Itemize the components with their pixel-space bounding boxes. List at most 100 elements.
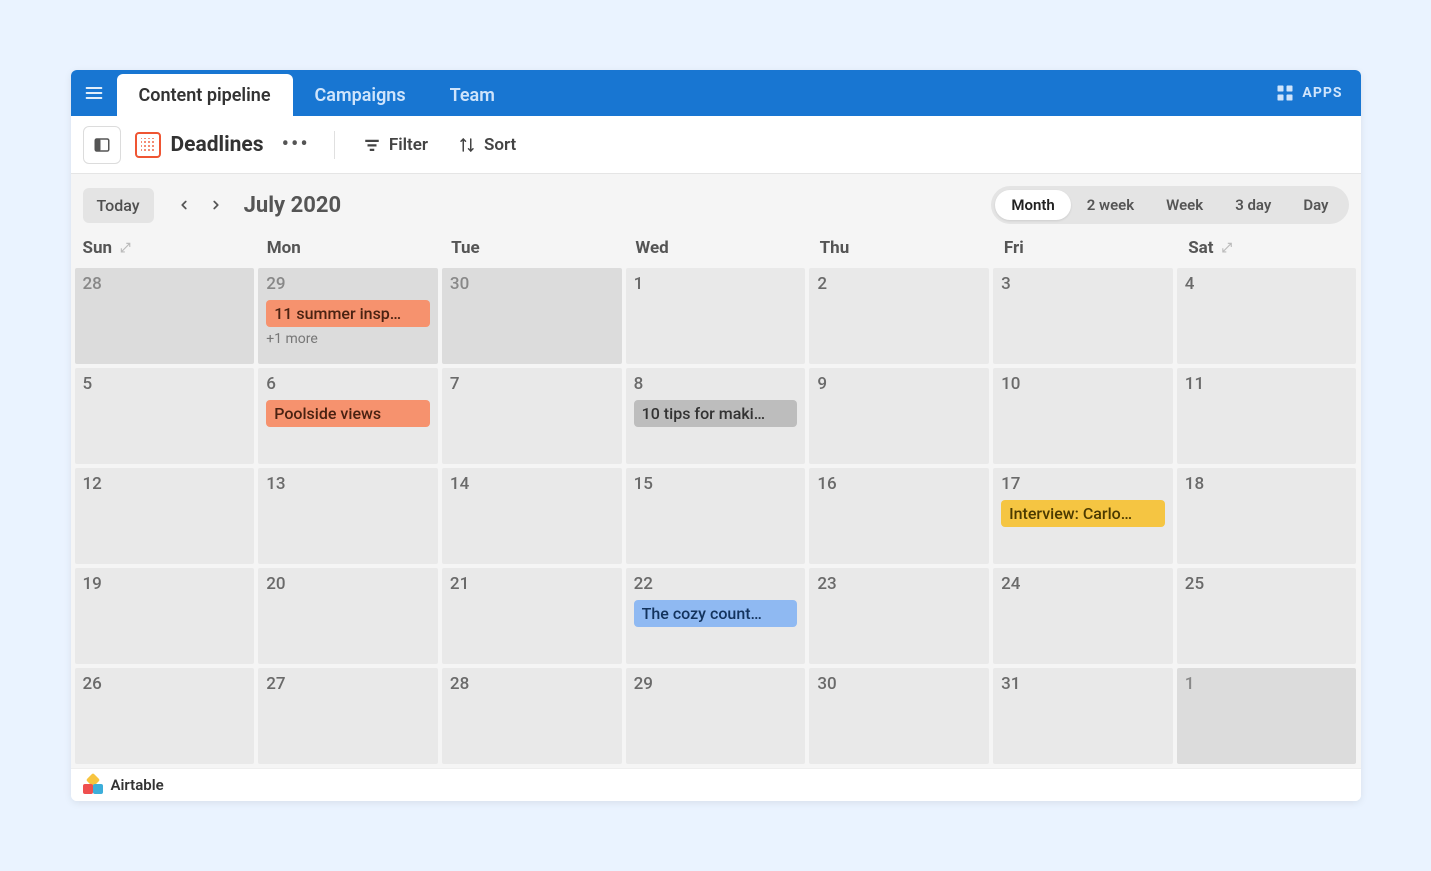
prev-month-icon[interactable]: [170, 191, 198, 219]
day-cell[interactable]: 26: [75, 668, 255, 764]
brand-label: Airtable: [111, 776, 164, 794]
calendar-grid: 282911 summer insp…+1 more30123456Poolsi…: [71, 268, 1361, 768]
day-cell[interactable]: 24: [993, 568, 1173, 664]
weekday-sat: Sat⤢: [1176, 234, 1360, 262]
apps-button[interactable]: APPS: [1258, 70, 1360, 116]
day-cell[interactable]: 15: [626, 468, 806, 564]
footer: Airtable: [71, 768, 1361, 801]
day-cell[interactable]: 28: [442, 668, 622, 764]
day-cell[interactable]: 30: [809, 668, 989, 764]
view-options-icon[interactable]: •••: [278, 132, 314, 157]
day-number: 28: [83, 274, 247, 294]
day-cell[interactable]: 2: [809, 268, 989, 364]
calendar-event[interactable]: 10 tips for maki…: [634, 400, 798, 427]
day-number: 24: [1001, 574, 1165, 594]
day-cell[interactable]: 17 Interview: Carlo…: [993, 468, 1173, 564]
tab-campaigns[interactable]: Campaigns: [293, 74, 428, 116]
range-2-week[interactable]: 2 week: [1071, 190, 1150, 220]
calendar-area: Today July 2020 Month2 weekWeek3 dayDay …: [71, 174, 1361, 768]
panel-toggle-button[interactable]: [83, 126, 121, 164]
calendar-event[interactable]: Poolside views: [266, 400, 430, 427]
range-switch: Month2 weekWeek3 dayDay: [991, 186, 1348, 224]
separator: [334, 131, 335, 159]
day-number: 9: [817, 374, 981, 394]
day-cell[interactable]: 25: [1177, 568, 1357, 664]
day-cell[interactable]: 1: [626, 268, 806, 364]
day-number: 16: [817, 474, 981, 494]
airtable-logo-icon: [83, 775, 103, 795]
day-cell[interactable]: 5: [75, 368, 255, 464]
day-cell[interactable]: 4: [1177, 268, 1357, 364]
day-number: 4: [1185, 274, 1349, 294]
calendar-event[interactable]: Interview: Carlo…: [1001, 500, 1165, 527]
hamburger-menu-icon[interactable]: [71, 70, 117, 116]
more-events[interactable]: +1 more: [266, 331, 430, 347]
view-name: Deadlines: [171, 133, 264, 157]
day-number: 21: [450, 574, 614, 594]
day-number: 10: [1001, 374, 1165, 394]
day-number: 7: [450, 374, 614, 394]
calendar-event[interactable]: The cozy count…: [634, 600, 798, 627]
day-cell[interactable]: 30: [442, 268, 622, 364]
day-cell[interactable]: 10: [993, 368, 1173, 464]
day-number: 5: [83, 374, 247, 394]
day-cell[interactable]: 27: [258, 668, 438, 764]
topbar: Content pipelineCampaignsTeam APPS: [71, 70, 1361, 116]
day-cell[interactable]: 2911 summer insp…+1 more: [258, 268, 438, 364]
day-cell[interactable]: 9: [809, 368, 989, 464]
range-3-day[interactable]: 3 day: [1219, 190, 1287, 220]
view-name-chip[interactable]: Deadlines: [135, 132, 264, 158]
day-cell[interactable]: 31: [993, 668, 1173, 764]
day-number: 6: [266, 374, 430, 394]
day-cell[interactable]: 18: [1177, 468, 1357, 564]
day-number: 8: [634, 374, 798, 394]
day-number: 2: [817, 274, 981, 294]
day-cell[interactable]: 16: [809, 468, 989, 564]
day-cell[interactable]: 20: [258, 568, 438, 664]
day-cell[interactable]: 6 Poolside views: [258, 368, 438, 464]
day-cell[interactable]: 23: [809, 568, 989, 664]
day-cell[interactable]: 19: [75, 568, 255, 664]
day-number: 28: [450, 674, 614, 694]
day-cell[interactable]: 7: [442, 368, 622, 464]
day-number: 19: [83, 574, 247, 594]
weekday-thu: Thu: [808, 234, 992, 262]
range-day[interactable]: Day: [1287, 190, 1344, 220]
weekday-tue: Tue: [439, 234, 623, 262]
day-cell[interactable]: 14: [442, 468, 622, 564]
day-number: 30: [450, 274, 614, 294]
range-week[interactable]: Week: [1150, 190, 1219, 220]
next-month-icon[interactable]: [202, 191, 230, 219]
day-number: 15: [634, 474, 798, 494]
sort-button[interactable]: Sort: [450, 129, 524, 161]
calendar-event[interactable]: 11 summer insp…: [266, 300, 430, 327]
day-cell[interactable]: 22The cozy count…: [626, 568, 806, 664]
calendar-header: Today July 2020 Month2 weekWeek3 dayDay: [71, 186, 1361, 234]
filter-button[interactable]: Filter: [355, 129, 436, 161]
day-cell[interactable]: 21: [442, 568, 622, 664]
tab-content-pipeline[interactable]: Content pipeline: [117, 74, 293, 116]
expand-icon[interactable]: ⤢: [1222, 241, 1232, 256]
day-number: 25: [1185, 574, 1349, 594]
day-cell[interactable]: 29: [626, 668, 806, 764]
day-cell[interactable]: 12: [75, 468, 255, 564]
day-number: 17: [1001, 474, 1165, 494]
day-number: 30: [817, 674, 981, 694]
day-cell[interactable]: 8 10 tips for maki…: [626, 368, 806, 464]
tab-team[interactable]: Team: [428, 74, 517, 116]
weekday-fri: Fri: [992, 234, 1176, 262]
day-number: 26: [83, 674, 247, 694]
day-number: 18: [1185, 474, 1349, 494]
day-cell[interactable]: 3: [993, 268, 1173, 364]
day-cell[interactable]: 13: [258, 468, 438, 564]
day-cell[interactable]: 28: [75, 268, 255, 364]
weekday-sun: Sun⤢: [71, 234, 255, 262]
expand-icon[interactable]: ⤢: [120, 241, 130, 256]
day-number: 12: [83, 474, 247, 494]
weekday-header: Sun⤢MonTueWedThuFriSat⤢: [71, 234, 1361, 268]
range-month[interactable]: Month: [995, 190, 1070, 220]
day-cell[interactable]: 1: [1177, 668, 1357, 764]
today-button[interactable]: Today: [83, 188, 154, 223]
filter-label: Filter: [389, 135, 428, 155]
day-cell[interactable]: 11: [1177, 368, 1357, 464]
